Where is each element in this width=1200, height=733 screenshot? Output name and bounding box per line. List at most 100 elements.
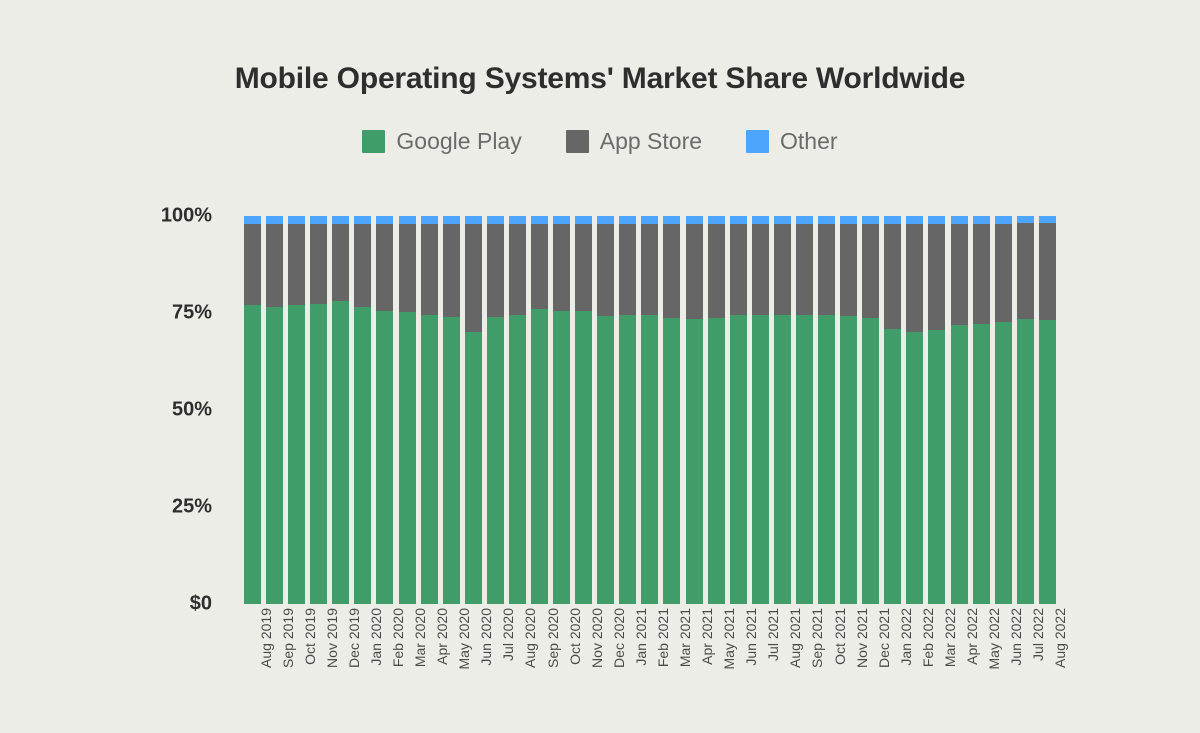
bar-segment-google-play[interactable] bbox=[729, 314, 747, 604]
bar-segment-google-play[interactable] bbox=[884, 328, 902, 604]
bar-segment-app-store[interactable] bbox=[906, 224, 924, 332]
bar-segment-app-store[interactable] bbox=[729, 224, 747, 315]
bar-column[interactable] bbox=[663, 216, 681, 604]
bar-column[interactable] bbox=[751, 216, 769, 604]
bar-segment-google-play[interactable] bbox=[244, 305, 261, 604]
bar-segment-google-play[interactable] bbox=[597, 316, 615, 604]
bar-segment-other[interactable] bbox=[707, 216, 725, 225]
bar-segment-other[interactable] bbox=[531, 216, 549, 225]
bar-segment-google-play[interactable] bbox=[398, 312, 416, 604]
bar-segment-google-play[interactable] bbox=[751, 314, 769, 604]
bar-segment-other[interactable] bbox=[553, 216, 571, 225]
bar-segment-app-store[interactable] bbox=[288, 224, 306, 306]
bar-segment-google-play[interactable] bbox=[928, 330, 946, 604]
bar-segment-app-store[interactable] bbox=[531, 224, 549, 310]
bar-segment-app-store[interactable] bbox=[332, 224, 350, 302]
bar-segment-google-play[interactable] bbox=[685, 319, 703, 604]
bar-segment-other[interactable] bbox=[575, 216, 593, 225]
bar-segment-google-play[interactable] bbox=[906, 331, 924, 604]
bar-segment-app-store[interactable] bbox=[398, 224, 416, 313]
bar-column[interactable] bbox=[862, 216, 880, 604]
bar-column[interactable] bbox=[597, 216, 615, 604]
bar-column[interactable] bbox=[707, 216, 725, 604]
bar-segment-other[interactable] bbox=[310, 216, 328, 225]
bar-column[interactable] bbox=[641, 216, 659, 604]
legend-item[interactable]: Google Play bbox=[362, 128, 522, 155]
bar-segment-app-store[interactable] bbox=[994, 223, 1012, 323]
bar-segment-other[interactable] bbox=[972, 216, 990, 224]
bar-segment-google-play[interactable] bbox=[840, 316, 858, 604]
bar-segment-other[interactable] bbox=[950, 216, 968, 224]
bar-segment-app-store[interactable] bbox=[884, 224, 902, 329]
bar-segment-app-store[interactable] bbox=[641, 224, 659, 315]
bar-segment-app-store[interactable] bbox=[818, 224, 836, 316]
bar-segment-google-play[interactable] bbox=[707, 318, 725, 604]
bar-segment-other[interactable] bbox=[597, 216, 615, 225]
bar-segment-app-store[interactable] bbox=[751, 224, 769, 315]
bar-segment-other[interactable] bbox=[795, 216, 813, 225]
bar-segment-app-store[interactable] bbox=[597, 224, 615, 317]
bar-column[interactable] bbox=[575, 216, 593, 604]
bar-column[interactable] bbox=[840, 216, 858, 604]
bar-segment-app-store[interactable] bbox=[862, 224, 880, 318]
bar-segment-google-play[interactable] bbox=[663, 318, 681, 604]
bar-segment-app-store[interactable] bbox=[619, 224, 637, 316]
bar-segment-app-store[interactable] bbox=[310, 224, 328, 304]
bar-segment-app-store[interactable] bbox=[707, 224, 725, 319]
bar-column[interactable] bbox=[972, 216, 990, 604]
bar-column[interactable] bbox=[508, 216, 526, 604]
bar-segment-google-play[interactable] bbox=[641, 314, 659, 604]
bar-segment-other[interactable] bbox=[376, 216, 394, 225]
bar-segment-other[interactable] bbox=[1016, 216, 1034, 224]
legend-item[interactable]: App Store bbox=[565, 128, 702, 155]
bar-segment-other[interactable] bbox=[354, 216, 372, 225]
bar-segment-app-store[interactable] bbox=[1038, 223, 1056, 320]
bar-segment-google-play[interactable] bbox=[575, 310, 593, 604]
bar-column[interactable] bbox=[442, 216, 460, 604]
bar-column[interactable] bbox=[994, 216, 1012, 604]
bar-segment-google-play[interactable] bbox=[531, 309, 549, 604]
bar-column[interactable] bbox=[906, 216, 924, 604]
bar-segment-google-play[interactable] bbox=[288, 305, 306, 604]
bar-column[interactable] bbox=[464, 216, 482, 604]
bar-column[interactable] bbox=[288, 216, 306, 604]
bar-segment-google-play[interactable] bbox=[862, 317, 880, 604]
bar-segment-other[interactable] bbox=[288, 216, 306, 225]
bar-segment-google-play[interactable] bbox=[773, 315, 791, 604]
bar-segment-app-store[interactable] bbox=[773, 224, 791, 316]
bar-column[interactable] bbox=[420, 216, 438, 604]
bar-segment-app-store[interactable] bbox=[442, 224, 460, 317]
bar-segment-google-play[interactable] bbox=[795, 315, 813, 604]
bar-segment-google-play[interactable] bbox=[266, 306, 284, 604]
bar-column[interactable] bbox=[818, 216, 836, 604]
bar-segment-app-store[interactable] bbox=[840, 224, 858, 317]
bar-column[interactable] bbox=[531, 216, 549, 604]
bar-segment-app-store[interactable] bbox=[486, 224, 504, 317]
bar-segment-google-play[interactable] bbox=[619, 315, 637, 604]
bar-segment-google-play[interactable] bbox=[420, 315, 438, 604]
bar-segment-other[interactable] bbox=[641, 216, 659, 225]
bar-segment-app-store[interactable] bbox=[972, 223, 990, 324]
bar-column[interactable] bbox=[553, 216, 571, 604]
bar-segment-other[interactable] bbox=[906, 216, 924, 225]
bar-segment-app-store[interactable] bbox=[354, 224, 372, 307]
bar-segment-google-play[interactable] bbox=[310, 303, 328, 604]
bar-segment-other[interactable] bbox=[619, 216, 637, 225]
bar-segment-google-play[interactable] bbox=[354, 306, 372, 604]
bar-segment-app-store[interactable] bbox=[376, 224, 394, 312]
bar-segment-google-play[interactable] bbox=[442, 316, 460, 604]
bar-segment-other[interactable] bbox=[685, 216, 703, 225]
bar-column[interactable] bbox=[884, 216, 902, 604]
bar-segment-google-play[interactable] bbox=[950, 325, 968, 604]
bar-column[interactable] bbox=[266, 216, 284, 604]
bar-segment-app-store[interactable] bbox=[464, 224, 482, 332]
bar-column[interactable] bbox=[795, 216, 813, 604]
bar-segment-google-play[interactable] bbox=[376, 311, 394, 604]
bar-column[interactable] bbox=[1038, 216, 1056, 604]
bar-segment-other[interactable] bbox=[1038, 216, 1056, 224]
bar-segment-app-store[interactable] bbox=[950, 223, 968, 326]
bar-segment-other[interactable] bbox=[420, 216, 438, 225]
bar-segment-other[interactable] bbox=[773, 216, 791, 225]
bar-column[interactable] bbox=[685, 216, 703, 604]
bar-segment-other[interactable] bbox=[398, 216, 416, 225]
